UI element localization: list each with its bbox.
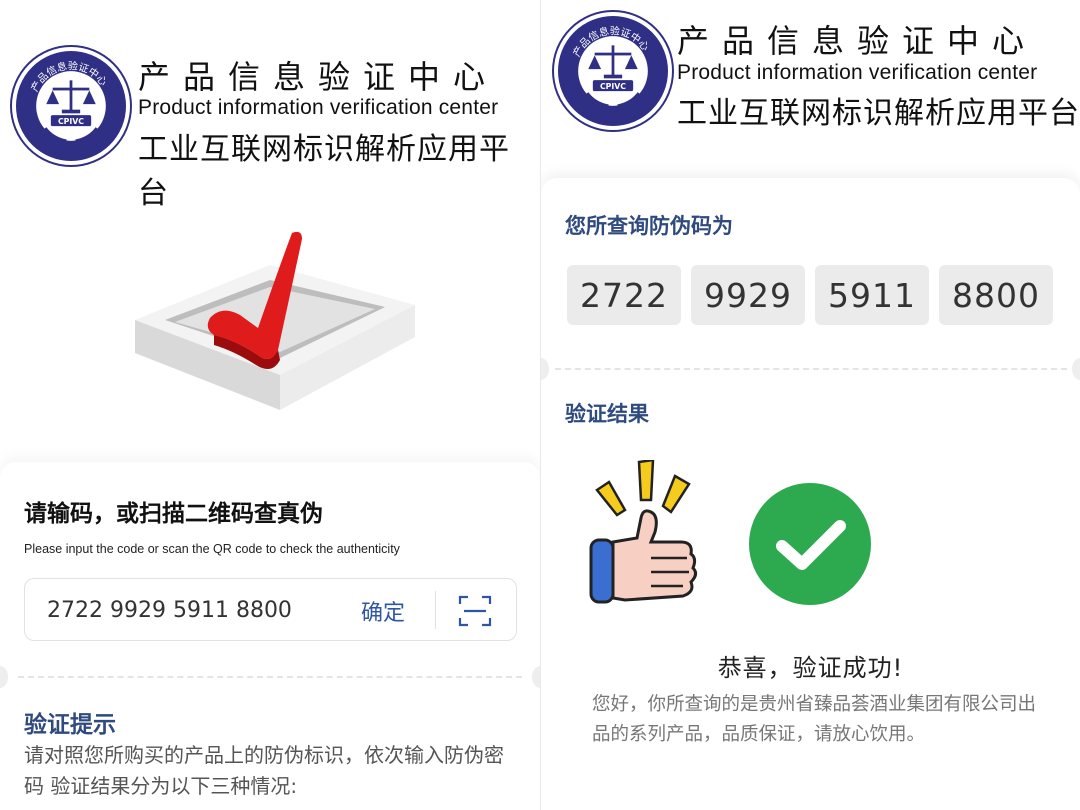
query-label: 您所查询防伪码为 [565,214,733,238]
confirm-button[interactable]: 确定 [361,595,405,627]
left-header: 产品信息验证中心 CPIVC 产品信息验证中心 Product informat… [0,0,540,211]
thumbs-up-icon [585,458,715,610]
org-name-cn: 产品信息验证中心 [138,58,499,96]
prompt-title: 请输码，或扫描二维码查真伪 [24,501,323,527]
cpivc-logo: 产品信息验证中心 CPIVC [554,12,672,130]
code-input[interactable] [47,595,347,625]
prompt-subtitle: Please input the code or scan the QR cod… [24,542,400,556]
tips-body: 请对照您所购买的产品上的防伪标识，依次输入防伪密码 验证结果分为以下三种情况: [24,743,504,798]
dashed-divider [555,368,1067,370]
right-header: 产品信息验证中心 CPIVC 产品信息验证中心 Product informat… [541,0,1080,175]
tips-title: 验证提示 [24,712,116,738]
platform-name: 工业互联网标识解析应用平台 [677,96,1080,131]
success-description: 您好，你所查询的是贵州省臻品荟酒业集团有限公司出品的系列产品，品质保证，请放心饮… [592,694,1037,745]
left-panel: 产品信息验证中心 CPIVC 产品信息验证中心 Product informat… [0,0,540,810]
screenshot-stage: 产品信息验证中心 CPIVC 产品信息验证中心 Product informat… [0,0,1080,810]
org-name-en: Product information verification center [138,96,499,119]
platform-name: 工业互联网标识解析应用平台 [138,132,510,211]
red-checkmark-icon [130,225,420,435]
cpivc-logo: 产品信息验证中心 CPIVC [12,47,130,165]
code-chip: 5911 [815,265,929,325]
code-chip: 8800 [939,265,1053,325]
code-input-box: 确定 [24,578,517,641]
dashed-divider [18,676,522,678]
result-label: 验证结果 [565,402,649,426]
code-chip: 2722 [567,265,681,325]
org-name-en: Product information verification center [677,61,1038,84]
code-chip: 9929 [691,265,805,325]
scan-qr-icon[interactable] [457,593,493,629]
input-separator [435,591,436,629]
success-title: 恭喜，验证成功! [717,654,904,682]
logo-badge-text: CPIVC [58,117,84,126]
green-check-icon [748,482,872,606]
logo-badge-text: CPIVC [600,82,626,91]
right-panel: 产品信息验证中心 CPIVC 产品信息验证中心 Product informat… [541,0,1080,810]
org-name-cn: 产品信息验证中心 [677,22,1038,60]
